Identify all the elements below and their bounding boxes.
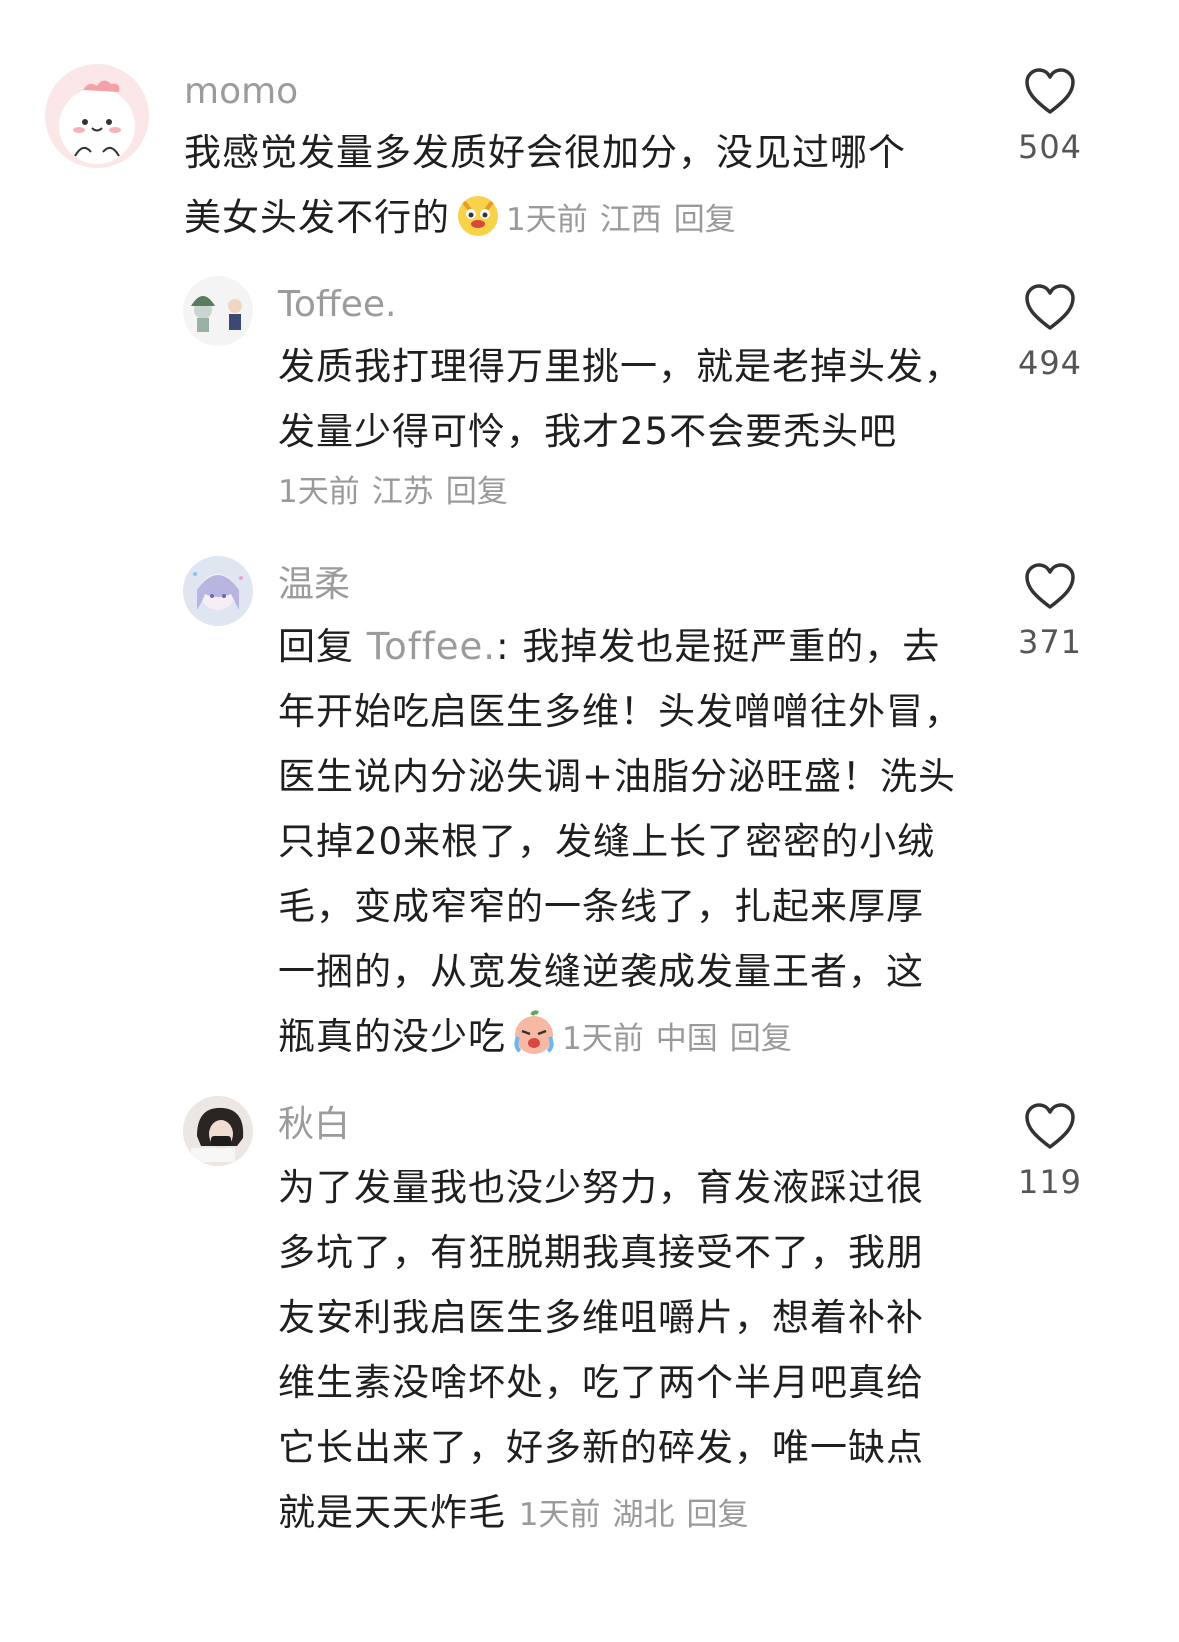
comment-line: 医生说内分泌失调+油脂分泌旺盛！洗头 — [278, 755, 957, 798]
heart-outline-icon — [1025, 1103, 1075, 1149]
timestamp: 1天前 — [562, 1021, 644, 1057]
reply-target-username[interactable]: Toffee. — [367, 625, 496, 668]
comment-meta: 1天前 湖北 回复 — [519, 1497, 761, 1533]
location: 江西 — [599, 202, 662, 238]
like-button[interactable]: 504 — [1000, 68, 1100, 166]
username[interactable]: 秋白 — [278, 1103, 350, 1147]
comment-line: 多坑了，有狂脱期我真接受不了，我朋 — [278, 1231, 924, 1274]
comment-line: 只掉20来根了，发缝上长了密密的小绒 — [278, 820, 936, 863]
reply-button[interactable]: 回复 — [687, 1497, 749, 1533]
reply-button[interactable]: 回复 — [730, 1021, 792, 1057]
like-count: 371 — [1017, 623, 1083, 661]
location: 中国 — [655, 1021, 718, 1057]
like-button[interactable]: 371 — [1000, 563, 1100, 661]
username[interactable]: Toffee. — [278, 283, 396, 327]
comment-line: 年开始吃启医生多维！头发噌噌往外冒， — [278, 690, 962, 733]
comment-line: 美女头发不行的 1天前 江西 回复 — [184, 185, 906, 258]
location: 湖北 — [612, 1497, 675, 1533]
comment-text: 发质我打理得万里挑一，就是老掉头发， 发量少得可怜，我才25不会要秃头吧 — [278, 334, 962, 464]
comment-line: 它长出来了，好多新的碎发，唯一缺点 — [278, 1426, 924, 1469]
like-button[interactable]: 494 — [1000, 284, 1100, 382]
timestamp: 1天前 — [278, 474, 360, 510]
username[interactable]: 温柔 — [278, 563, 350, 607]
reply-button[interactable]: 回复 — [446, 474, 508, 510]
heart-outline-icon — [1025, 68, 1075, 114]
reply-button[interactable]: 回复 — [674, 202, 736, 238]
username[interactable]: momo — [184, 70, 298, 114]
comment-line: 一捆的，从宽发缝逆袭成发量王者，这 — [278, 950, 924, 993]
avatar[interactable] — [45, 64, 149, 168]
comment-line: 发量少得可怜，我才25不会要秃头吧 — [278, 410, 898, 453]
like-count: 119 — [1017, 1163, 1083, 1201]
timestamp: 1天前 — [518, 1497, 601, 1533]
comment-line: 回复 Toffee.: 我掉发也是挺严重的，去 — [278, 625, 941, 668]
heart-outline-icon — [1025, 284, 1075, 330]
comment-line: 维生素没啥坏处，吃了两个半月吧真给 — [278, 1361, 924, 1404]
comment-line: 瓶真的没少吃 1天前 中国 回复 — [278, 1004, 962, 1077]
like-count: 494 — [1017, 344, 1083, 382]
like-count: 504 — [1017, 128, 1083, 166]
comment-text: 回复 Toffee.: 我掉发也是挺严重的，去 年开始吃启医生多维！头发噌噌往外… — [278, 614, 962, 1077]
heart-outline-icon — [1025, 563, 1075, 609]
avatar[interactable] — [183, 1096, 253, 1166]
comment-meta: 1天前 江西 回复 — [506, 202, 748, 238]
dog-face-emoji — [454, 190, 502, 258]
comment-line: 就是天天炸毛 1天前 湖北 回复 — [278, 1480, 924, 1548]
comment-text: 为了发量我也没少努力，育发液踩过很 多坑了，有狂脱期我真接受不了，我朋 友安利我… — [278, 1155, 924, 1548]
comment-text: 我感觉发量多发质好会很加分，没见过哪个 美女头发不行的 1天前 江西 回复 — [184, 120, 906, 258]
location: 江苏 — [371, 474, 434, 510]
crying-face-emoji — [510, 1009, 558, 1077]
reply-prefix: 回复 — [278, 625, 367, 668]
comment-meta: 1天前 中国 回复 — [562, 1021, 804, 1057]
comment-line: 友安利我启医生多维咀嚼片，想着补补 — [278, 1296, 924, 1339]
comment-line: 毛，变成窄窄的一条线了，扎起来厚厚 — [278, 885, 924, 928]
avatar[interactable] — [183, 556, 253, 626]
comment-line: 为了发量我也没少努力，育发液踩过很 — [278, 1166, 924, 1209]
comment-line: 发质我打理得万里挑一，就是老掉头发， — [278, 345, 962, 388]
avatar[interactable] — [183, 276, 253, 346]
comment-meta: 1天前 江苏 回复 — [278, 470, 520, 514]
comment-line: 我感觉发量多发质好会很加分，没见过哪个 — [184, 131, 906, 174]
like-button[interactable]: 119 — [1000, 1103, 1100, 1201]
timestamp: 1天前 — [506, 202, 588, 238]
